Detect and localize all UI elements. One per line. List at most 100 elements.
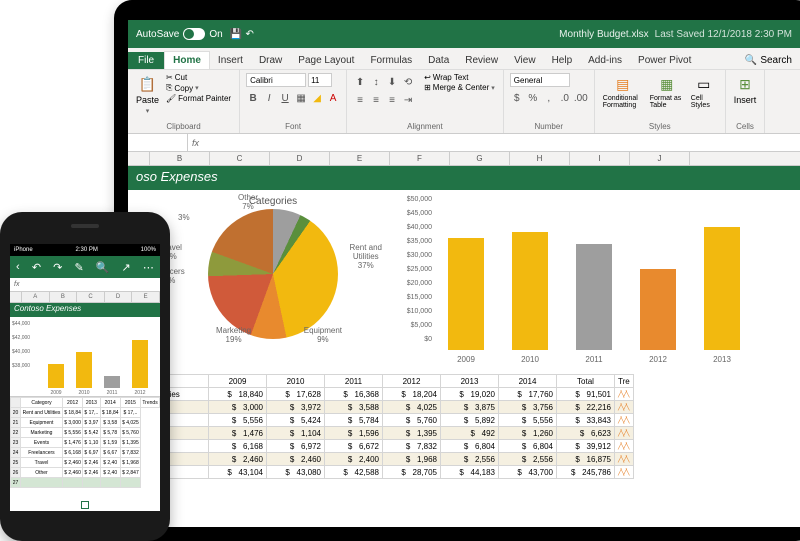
col-header[interactable]: J xyxy=(630,152,690,165)
paste-icon: 📋 xyxy=(139,75,157,93)
comma-icon[interactable]: , xyxy=(542,91,556,105)
back-icon[interactable]: ‹ xyxy=(16,261,20,273)
align-top-icon[interactable]: ⬆ xyxy=(353,75,367,89)
redo-icon[interactable]: ↷ xyxy=(53,261,62,274)
col-header[interactable]: I xyxy=(570,152,630,165)
pie-graphic xyxy=(208,209,338,339)
bar-chart[interactable]: $50,000$45,000$40,000$35,000$30,000$25,0… xyxy=(398,196,758,366)
number-format-select[interactable]: General xyxy=(510,73,570,87)
more-icon[interactable]: ⋯ xyxy=(143,261,154,274)
conditional-formatting-button[interactable]: ▤Conditional Formatting xyxy=(601,73,645,121)
cell-styles-button[interactable]: ▭Cell Styles xyxy=(689,73,719,121)
tab-formulas[interactable]: Formulas xyxy=(362,52,420,69)
col-header[interactable]: D xyxy=(270,152,330,165)
copy-icon: ⎘ xyxy=(166,83,172,93)
bar xyxy=(640,269,676,350)
phone-col[interactable]: B xyxy=(50,292,78,302)
increase-decimal-icon[interactable]: .0 xyxy=(558,91,572,105)
currency-icon[interactable]: $ xyxy=(510,91,524,105)
align-center-icon[interactable]: ≡ xyxy=(369,93,383,107)
edit-icon[interactable]: ✎ xyxy=(74,261,83,274)
align-right-icon[interactable]: ≡ xyxy=(385,93,399,107)
y-tick: $38,000 xyxy=(12,363,30,369)
tab-draw[interactable]: Draw xyxy=(251,52,290,69)
undo-icon[interactable]: ↶ xyxy=(243,27,257,41)
select-all-cell[interactable] xyxy=(128,152,150,165)
tab-data[interactable]: Data xyxy=(420,52,457,69)
tab-addins[interactable]: Add-ins xyxy=(580,52,630,69)
y-tick: $15,000 xyxy=(398,294,432,301)
tab-home[interactable]: Home xyxy=(164,51,210,69)
bold-icon[interactable]: B xyxy=(246,91,260,105)
tab-power-pivot[interactable]: Power Pivot xyxy=(630,52,699,69)
phone-col[interactable] xyxy=(10,292,22,302)
phone-bar-chart[interactable]: $44,000$42,000$40,000$38,000200920102011… xyxy=(10,317,160,397)
format-painter-button[interactable]: 🖌Format Painter xyxy=(164,94,233,103)
paste-button[interactable]: 📋Paste▾ xyxy=(134,73,161,121)
search-tab[interactable]: 🔍Search xyxy=(737,52,800,69)
font-color-icon[interactable]: A xyxy=(326,91,340,105)
font-name-select[interactable]: Calibri xyxy=(246,73,306,87)
align-middle-icon[interactable]: ↕ xyxy=(369,75,383,89)
tab-page-layout[interactable]: Page Layout xyxy=(290,52,362,69)
phone-col[interactable]: D xyxy=(105,292,133,302)
y-tick: $0 xyxy=(398,336,432,343)
tab-review[interactable]: Review xyxy=(457,52,506,69)
italic-icon[interactable]: I xyxy=(262,91,276,105)
phone-data-table[interactable]: Category2012201320142015Trends20Rent and… xyxy=(10,397,160,488)
tab-view[interactable]: View xyxy=(506,52,544,69)
tab-help[interactable]: Help xyxy=(544,52,581,69)
phone-formula-bar[interactable]: fx xyxy=(10,278,160,292)
phone-col[interactable]: A xyxy=(22,292,50,302)
wrap-text-button[interactable]: ↩Wrap Text xyxy=(422,73,497,82)
search-icon[interactable]: 🔍 xyxy=(96,261,110,274)
merge-label: Merge & Center xyxy=(433,83,489,92)
tab-insert[interactable]: Insert xyxy=(210,52,251,69)
insert-cells-button[interactable]: ⊞Insert xyxy=(732,73,759,121)
x-label: 2011 xyxy=(102,390,122,396)
pie-chart[interactable]: Categories Other7% 3% Rent andUtilities3… xyxy=(168,196,378,339)
align-left-icon[interactable]: ≡ xyxy=(353,93,367,107)
copy-button[interactable]: ⎘Copy▾ xyxy=(164,83,233,93)
col-header[interactable]: C xyxy=(210,152,270,165)
brush-icon: 🖌 xyxy=(166,94,176,103)
fill-color-icon[interactable]: ◢ xyxy=(310,91,324,105)
col-header[interactable]: E xyxy=(330,152,390,165)
decrease-decimal-icon[interactable]: .00 xyxy=(574,91,588,105)
percent-icon[interactable]: % xyxy=(526,91,540,105)
cut-button[interactable]: ✂Cut xyxy=(164,73,233,82)
x-label: 2012 xyxy=(638,355,678,364)
name-box[interactable] xyxy=(128,134,188,151)
share-icon[interactable]: ↗ xyxy=(122,261,131,274)
col-header[interactable]: G xyxy=(450,152,510,165)
save-icon[interactable]: 💾 xyxy=(229,27,243,41)
underline-icon[interactable]: U xyxy=(278,91,292,105)
toggle-switch-icon[interactable] xyxy=(183,28,205,40)
data-table[interactable]: 200920102011201220132014TotalTreUtilitie… xyxy=(128,374,634,479)
border-icon[interactable]: ▦ xyxy=(294,91,308,105)
selection-handle-icon[interactable] xyxy=(81,501,89,509)
col-header[interactable]: B xyxy=(150,152,210,165)
phone-banner: Contoso Expenses xyxy=(10,303,160,317)
font-size-select[interactable]: 11 xyxy=(308,73,332,87)
merge-center-button[interactable]: ⊞Merge & Center▾ xyxy=(422,83,497,92)
tab-file[interactable]: File xyxy=(128,52,164,69)
worksheet[interactable]: oso Expenses Categories Other7% 3% Rent … xyxy=(128,166,800,526)
group-label: Clipboard xyxy=(134,122,233,131)
undo-icon[interactable]: ↶ xyxy=(32,261,41,274)
cut-label: Cut xyxy=(175,73,187,82)
x-label: 2010 xyxy=(74,390,94,396)
col-header[interactable]: H xyxy=(510,152,570,165)
pie-label: Equipment9% xyxy=(304,327,342,345)
col-header[interactable]: F xyxy=(390,152,450,165)
align-bottom-icon[interactable]: ⬇ xyxy=(385,75,399,89)
orientation-icon[interactable]: ⟲ xyxy=(401,75,415,89)
autosave-toggle[interactable]: AutoSave On xyxy=(136,28,223,40)
time: 2:30 PM xyxy=(75,247,97,253)
phone-col[interactable]: C xyxy=(77,292,105,302)
fx-icon[interactable]: fx xyxy=(188,138,203,148)
format-as-table-button[interactable]: ▦Format as Table xyxy=(648,73,686,121)
pie-label: 3% xyxy=(178,214,190,223)
indent-icon[interactable]: ⇥ xyxy=(401,93,415,107)
phone-col[interactable]: E xyxy=(132,292,160,302)
